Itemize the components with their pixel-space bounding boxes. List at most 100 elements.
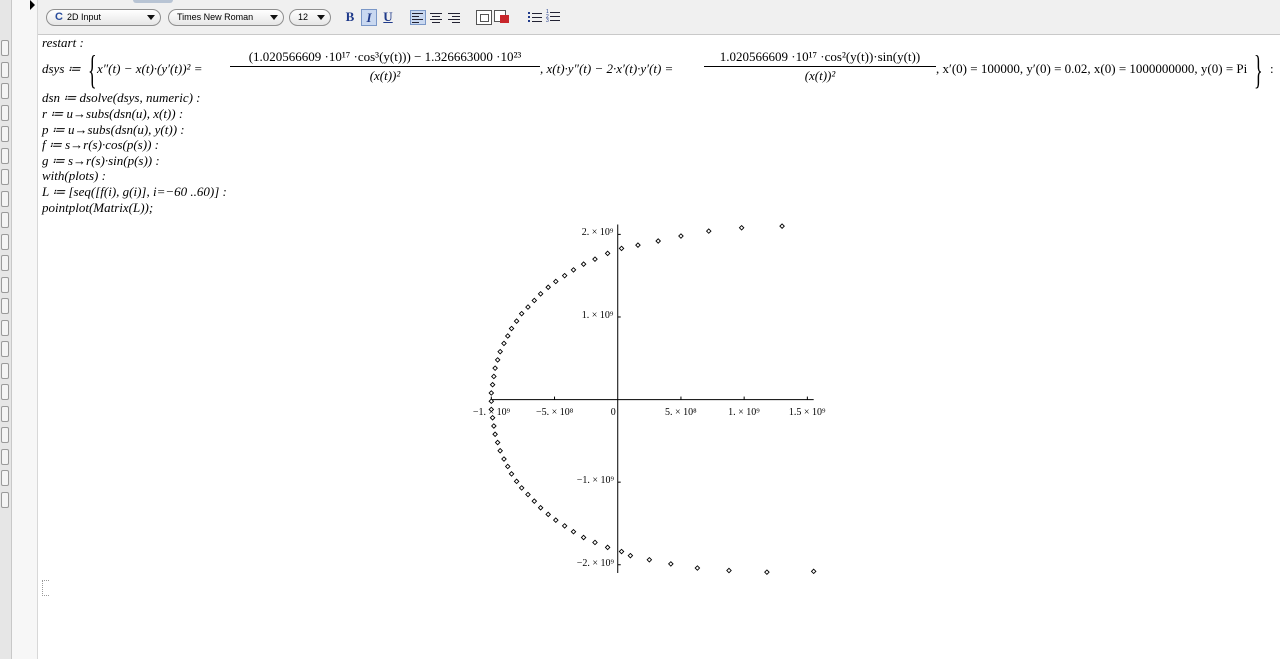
input-r[interactable]: r ≔ u→subs(dsn(u), x(t)) : — [42, 106, 183, 122]
palette-tab[interactable] — [1, 384, 9, 400]
data-point — [552, 278, 559, 285]
palette-tab[interactable] — [1, 470, 9, 486]
palette-tab[interactable] — [1, 40, 9, 56]
input-mode-value: 2D Input — [66, 12, 101, 22]
data-point — [726, 567, 732, 574]
plot-canvas — [488, 223, 817, 576]
data-point — [667, 561, 674, 567]
input-pointplot[interactable]: pointplot(Matrix(L)); — [42, 200, 153, 216]
palette-tab[interactable] — [1, 104, 9, 121]
input-with-plots[interactable]: with(plots) : — [42, 168, 106, 184]
font-family-select[interactable]: Times New Roman — [168, 9, 284, 26]
align-left-icon[interactable] — [410, 10, 426, 25]
palette-tab[interactable] — [1, 341, 9, 357]
data-point — [561, 272, 568, 279]
palette-tab[interactable] — [1, 405, 9, 422]
data-point — [592, 256, 598, 263]
dsys-assign: dsys ≔ — [42, 61, 81, 76]
numbered-list-icon[interactable]: 123 — [546, 10, 560, 24]
align-right-icon[interactable] — [448, 12, 460, 23]
palette-tab[interactable] — [1, 255, 9, 271]
palette-tab[interactable] — [1, 126, 9, 142]
data-point — [518, 485, 525, 491]
palette-tab[interactable] — [1, 298, 9, 314]
italic-button[interactable]: I — [361, 9, 377, 26]
data-point — [764, 569, 770, 576]
data-point — [525, 491, 531, 498]
data-point — [525, 304, 531, 310]
input-g[interactable]: g ≔ s→r(s)·sin(p(s)) : — [42, 153, 160, 169]
data-point — [618, 548, 625, 555]
data-point — [489, 381, 496, 388]
data-point — [488, 390, 495, 396]
x-tick-label: −1. × 10⁹ — [472, 406, 511, 418]
input-f[interactable]: f ≔ s→r(s)·cos(p(s)) : — [42, 137, 159, 153]
data-point — [635, 242, 641, 248]
data-point — [545, 284, 552, 291]
underline-button[interactable]: U — [380, 9, 396, 26]
palette-tab[interactable] — [1, 190, 9, 207]
fraction-1-numerator: (1.020566609 ·10¹⁷ ·cos³(y(t))) − 1.3266… — [248, 49, 522, 64]
data-point — [508, 471, 515, 477]
data-point — [561, 523, 568, 529]
palette-tab[interactable] — [1, 83, 9, 99]
palette-tab[interactable] — [1, 448, 9, 465]
data-point — [501, 340, 507, 347]
fraction-1-denominator: (x(t))² — [369, 68, 401, 83]
input-mode-select[interactable]: C 2D Input — [46, 9, 161, 26]
data-point — [810, 568, 817, 575]
data-point — [570, 528, 577, 535]
chevron-down-icon — [270, 15, 278, 20]
data-point — [531, 297, 538, 304]
data-point — [501, 456, 507, 462]
palette-tab[interactable] — [1, 147, 9, 164]
fraction-bar — [230, 66, 540, 67]
palette-tab[interactable] — [1, 212, 9, 228]
chevron-down-icon — [317, 15, 325, 20]
palette-tab[interactable] — [1, 427, 9, 443]
fraction-2-numerator: 1.020566609 ·10¹⁷ ·cos²(y(t))·sin(y(t)) — [719, 49, 921, 64]
palette-tab[interactable] — [1, 233, 9, 250]
data-point — [492, 365, 498, 372]
data-point — [508, 325, 515, 332]
eq2-lhs: , x(t)·y″(t) − 2·x′(t)·y′(t) = — [540, 61, 674, 76]
data-point — [655, 238, 662, 244]
insert-table-icon[interactable] — [476, 10, 492, 25]
data-point — [518, 310, 525, 317]
fraction-bar — [704, 66, 936, 67]
x-tick-label: 0 — [610, 406, 616, 418]
data-point — [537, 291, 544, 297]
input-dsn[interactable]: dsn ≔ dsolve(dsys, numeric) : — [42, 90, 201, 106]
input-p[interactable]: p ≔ u→subs(dsn(u), y(t)) : — [42, 122, 185, 138]
font-size-value: 12 — [298, 12, 309, 22]
data-point — [513, 478, 520, 485]
pointplot-output[interactable]: −1. × 10⁹ −5. × 10⁸ 0 5. × 10⁸ 1. × 10⁹ 1.5 ×… — [450, 210, 840, 585]
palette-tab[interactable] — [1, 61, 9, 78]
palette-tab[interactable] — [1, 319, 9, 336]
chevron-down-icon — [147, 15, 155, 20]
palette-strip — [0, 0, 12, 659]
palette-tab[interactable] — [1, 362, 9, 379]
palette-tab[interactable] — [1, 169, 9, 185]
data-point — [491, 373, 497, 380]
data-point — [705, 228, 712, 234]
font-size-select[interactable]: 12 — [289, 9, 331, 26]
data-point — [580, 534, 587, 541]
data-point — [497, 447, 504, 454]
bullet-list-icon[interactable] — [528, 11, 542, 23]
palette-tab[interactable] — [1, 276, 9, 293]
palette-tab[interactable] — [1, 491, 9, 508]
input-dsys[interactable]: dsys ≔ { x″(t) − x(t)·(y′(t))² = (1.0205… — [42, 49, 1277, 91]
data-point — [627, 552, 634, 559]
y-tick-label: 1. × 10⁹ — [581, 309, 614, 321]
align-center-icon[interactable] — [430, 12, 442, 23]
data-point — [497, 348, 504, 355]
x-tick-label: 1. × 10⁹ — [728, 406, 760, 418]
color-icon[interactable] — [494, 10, 510, 24]
statement-terminator: : — [1270, 61, 1274, 76]
fraction-2: 1.020566609 ·10¹⁷ ·cos²(y(t))·sin(y(t)) … — [704, 49, 936, 84]
region-ruler — [12, 0, 38, 659]
input-L[interactable]: L ≔ [seq([f(i), g(i)], i=−60 ..60)] : — [42, 184, 227, 200]
bold-button[interactable]: B — [342, 9, 358, 26]
right-brace: } — [1254, 47, 1263, 92]
